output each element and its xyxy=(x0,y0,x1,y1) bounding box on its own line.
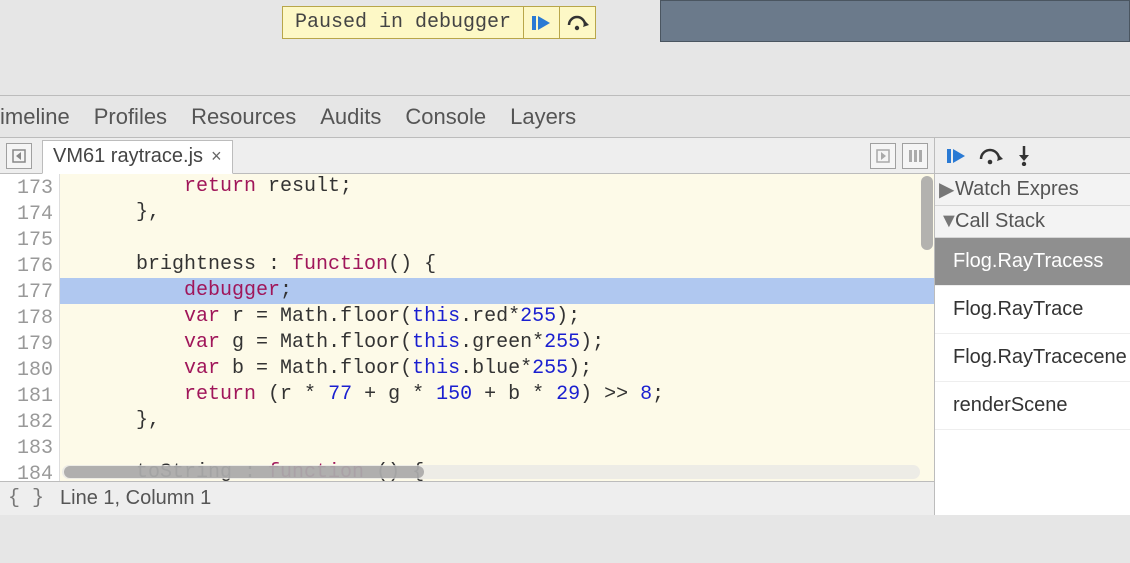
code-content: return result; }, brightness : function(… xyxy=(60,174,934,481)
code-line: brightness : function() { xyxy=(60,252,934,278)
line-number: 180 xyxy=(0,358,59,384)
debugger-toolbar xyxy=(935,138,1130,174)
line-number: 173 xyxy=(0,176,59,202)
current-execution-line: debugger; xyxy=(60,278,934,304)
watch-expressions-header[interactable]: ▶ Watch Expres xyxy=(935,174,1130,206)
pretty-print-button[interactable]: { } xyxy=(8,487,44,510)
disclosure-triangle-icon: ▼ xyxy=(939,210,955,233)
code-line: }, xyxy=(60,408,934,434)
tab-layers[interactable]: Layers xyxy=(510,104,576,130)
stack-frame[interactable]: Flog.RayTrace xyxy=(935,286,1130,334)
code-line: var b = Math.floor(this.blue*255); xyxy=(60,356,934,382)
resume-button[interactable] xyxy=(947,148,967,164)
resume-button[interactable] xyxy=(524,6,560,39)
disclosure-triangle-icon: ▶ xyxy=(939,177,955,202)
line-number: 181 xyxy=(0,384,59,410)
source-file-tab-label: VM61 raytrace.js xyxy=(53,145,203,168)
call-stack-list: Flog.RayTracess Flog.RayTrace Flog.RayTr… xyxy=(935,238,1130,430)
line-number-gutter: 173 174 175 176 177 178 179 180 181 182 … xyxy=(0,174,60,481)
line-number: 177 xyxy=(0,280,59,306)
code-line xyxy=(60,434,934,460)
devtools-tab-strip: imeline Profiles Resources Audits Consol… xyxy=(0,95,1130,137)
tab-console[interactable]: Console xyxy=(405,104,486,130)
show-navigator-button[interactable] xyxy=(6,143,32,169)
code-line xyxy=(60,226,934,252)
tab-timeline[interactable]: imeline xyxy=(0,104,70,130)
debugger-sidebar: ▶ Watch Expres ▼ Call Stack Flog.RayTrac… xyxy=(935,138,1130,515)
vertical-scrollbar[interactable] xyxy=(920,174,934,274)
sources-panel: VM61 raytrace.js × 173 174 175 176 177 1… xyxy=(0,138,935,515)
stack-frame[interactable]: Flog.RayTracess xyxy=(935,238,1130,286)
file-tab-bar: VM61 raytrace.js × xyxy=(0,138,934,174)
line-number: 175 xyxy=(0,228,59,254)
cursor-position: Line 1, Column 1 xyxy=(60,487,211,510)
step-into-button[interactable] xyxy=(1015,146,1033,166)
webview-region xyxy=(660,0,1130,42)
tab-audits[interactable]: Audits xyxy=(320,104,381,130)
close-tab-icon[interactable]: × xyxy=(211,146,222,167)
code-line: return (r * 77 + g * 150 + b * 29) >> 8; xyxy=(60,382,934,408)
line-number: 183 xyxy=(0,436,59,462)
code-line: var g = Math.floor(this.green*255); xyxy=(60,330,934,356)
step-over-button[interactable] xyxy=(560,6,596,39)
step-over-button[interactable] xyxy=(979,147,1003,165)
code-line: }, xyxy=(60,200,934,226)
source-file-tab[interactable]: VM61 raytrace.js × xyxy=(42,140,233,174)
code-line: var r = Math.floor(this.red*255); xyxy=(60,304,934,330)
line-number: 178 xyxy=(0,306,59,332)
watch-expressions-label: Watch Expres xyxy=(955,178,1079,201)
call-stack-header[interactable]: ▼ Call Stack xyxy=(935,206,1130,238)
call-stack-label: Call Stack xyxy=(955,210,1045,233)
code-editor[interactable]: 173 174 175 176 177 178 179 180 181 182 … xyxy=(0,174,934,481)
editor-status-bar: { } Line 1, Column 1 xyxy=(0,481,934,515)
line-number: 184 xyxy=(0,462,59,481)
history-forward-button[interactable] xyxy=(870,143,896,169)
line-number: 182 xyxy=(0,410,59,436)
tab-resources[interactable]: Resources xyxy=(191,104,296,130)
stack-frame[interactable]: renderScene xyxy=(935,382,1130,430)
browser-viewport-band: Paused in debugger xyxy=(0,0,1130,95)
line-number: 174 xyxy=(0,202,59,228)
horizontal-scrollbar[interactable] xyxy=(62,465,920,479)
toggle-debugger-sidebar-button[interactable] xyxy=(902,143,928,169)
line-number: 176 xyxy=(0,254,59,280)
code-line: return result; xyxy=(60,174,934,200)
paused-in-debugger-banner: Paused in debugger xyxy=(282,6,596,39)
line-number: 179 xyxy=(0,332,59,358)
stack-frame[interactable]: Flog.RayTracecene xyxy=(935,334,1130,382)
pause-message: Paused in debugger xyxy=(282,6,524,39)
tab-profiles[interactable]: Profiles xyxy=(94,104,167,130)
